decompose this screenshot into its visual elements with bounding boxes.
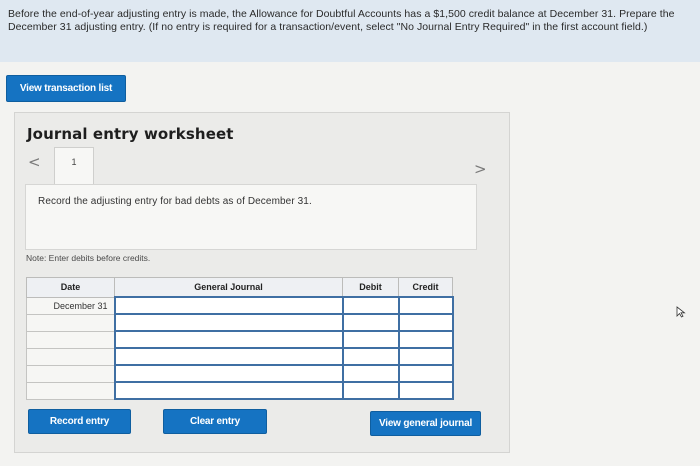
account-input[interactable] — [113, 364, 344, 383]
debit-input[interactable] — [341, 347, 400, 366]
question-text: Before the end-of-year adjusting entry i… — [8, 8, 675, 33]
clear-entry-button[interactable]: Clear entry — [163, 409, 267, 434]
table-row — [26, 381, 454, 400]
debit-input[interactable] — [341, 330, 400, 349]
account-input[interactable] — [113, 347, 344, 366]
date-cell — [26, 364, 115, 383]
view-transaction-list-button[interactable]: View transaction list — [6, 75, 126, 102]
note-text: Note: Enter debits before credits. — [26, 253, 151, 263]
date-cell — [26, 313, 115, 332]
chevron-right-icon[interactable]: > — [474, 162, 487, 177]
credit-input[interactable] — [397, 381, 454, 400]
chevron-left-icon[interactable]: < — [28, 155, 41, 170]
table-row — [26, 330, 454, 349]
date-cell: December 31 — [26, 296, 115, 315]
debit-input[interactable] — [341, 381, 400, 400]
table-row: December 31 — [26, 296, 454, 315]
journal-table: Date General Journal Debit Credit Decemb… — [26, 277, 454, 400]
debit-input[interactable] — [341, 296, 400, 315]
date-cell — [26, 381, 115, 400]
mouse-cursor-icon — [676, 306, 686, 318]
table-row — [26, 313, 454, 332]
tab-1[interactable]: 1 — [54, 147, 94, 184]
view-general-journal-button[interactable]: View general journal — [370, 411, 481, 436]
debit-header: Debit — [342, 277, 399, 298]
instruction-text: Record the adjusting entry for bad debts… — [38, 196, 312, 207]
worksheet-title: Journal entry worksheet — [27, 125, 234, 143]
credit-input[interactable] — [397, 330, 454, 349]
journal-entry-worksheet: Journal entry worksheet < > 1 Record the… — [14, 112, 510, 453]
account-input[interactable] — [113, 296, 344, 315]
table-row — [26, 364, 454, 383]
credit-input[interactable] — [397, 364, 454, 383]
general-journal-header: General Journal — [114, 277, 343, 298]
credit-input[interactable] — [397, 347, 454, 366]
question-panel: Before the end-of-year adjusting entry i… — [0, 0, 700, 62]
credit-input[interactable] — [397, 313, 454, 332]
instruction-box: Record the adjusting entry for bad debts… — [25, 184, 477, 250]
account-input[interactable] — [113, 330, 344, 349]
table-row — [26, 347, 454, 366]
account-input[interactable] — [113, 313, 344, 332]
table-header-row: Date General Journal Debit Credit — [26, 277, 453, 298]
record-entry-button[interactable]: Record entry — [28, 409, 131, 434]
date-cell — [26, 330, 115, 349]
debit-input[interactable] — [341, 313, 400, 332]
date-cell — [26, 347, 115, 366]
credit-input[interactable] — [397, 296, 454, 315]
date-header: Date — [26, 277, 115, 298]
credit-header: Credit — [398, 277, 453, 298]
debit-input[interactable] — [341, 364, 400, 383]
account-input[interactable] — [113, 381, 344, 400]
